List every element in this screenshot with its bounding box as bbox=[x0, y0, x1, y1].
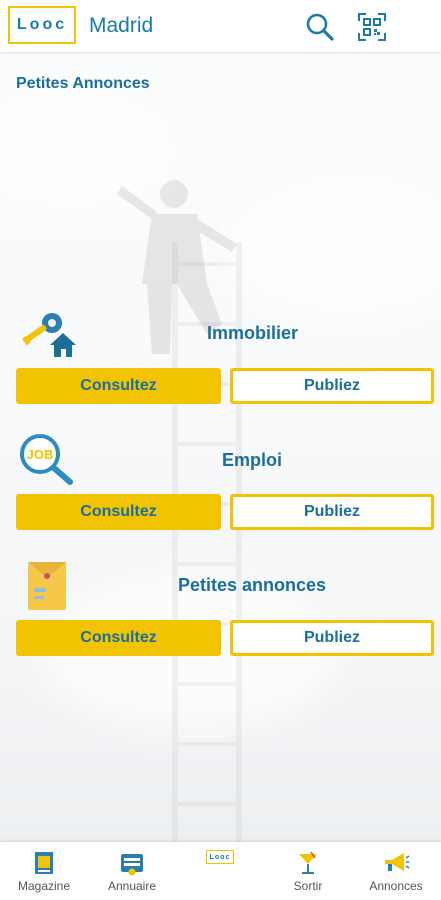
search-icon[interactable] bbox=[305, 12, 335, 42]
app-logo[interactable]: Looc bbox=[8, 6, 76, 44]
svg-text:JOB: JOB bbox=[27, 447, 54, 462]
app-header: Looc Madrid bbox=[0, 0, 441, 52]
key-house-icon bbox=[22, 313, 76, 357]
publish-button-immobilier[interactable]: Publiez bbox=[230, 368, 434, 404]
nav-item-annonces[interactable]: Annonces bbox=[352, 842, 440, 900]
directory-icon bbox=[121, 854, 143, 876]
cocktail-icon bbox=[299, 851, 317, 874]
nav-label: Sortir bbox=[293, 879, 323, 893]
nav-label: Magazine bbox=[17, 879, 71, 893]
job-magnifier-icon: JOB bbox=[20, 434, 73, 485]
nav-label: Annuaire bbox=[107, 879, 157, 893]
city-title: Madrid bbox=[89, 14, 154, 37]
magazine-icon bbox=[35, 852, 53, 874]
page-title: Petites Annonces bbox=[16, 75, 150, 92]
category-title: Immobilier bbox=[207, 323, 299, 343]
qr-scan-icon[interactable] bbox=[357, 12, 387, 42]
consult-button-immobilier[interactable]: Consultez bbox=[16, 368, 221, 404]
publish-button-emploi[interactable]: Publiez bbox=[230, 494, 434, 530]
category-title: Emploi bbox=[222, 450, 283, 470]
looc-logo-icon: Looc bbox=[206, 850, 234, 864]
megaphone-icon bbox=[385, 853, 410, 871]
consult-button-petites-annonces[interactable]: Consultez bbox=[16, 620, 221, 656]
category-title: Petites annonces bbox=[178, 575, 327, 595]
nav-label: Annonces bbox=[369, 879, 423, 893]
nav-item-sortir[interactable]: Sortir bbox=[264, 842, 352, 900]
envelope-icon bbox=[28, 562, 66, 610]
publish-button-petites-annonces[interactable]: Publiez bbox=[230, 620, 434, 656]
nav-item-home[interactable]: Looc bbox=[176, 842, 264, 900]
nav-item-annuaire[interactable]: Annuaire bbox=[88, 842, 176, 900]
bottom-navigation: Magazine Annuaire Looc Sortir Annonces bbox=[0, 842, 441, 900]
nav-item-magazine[interactable]: Magazine bbox=[0, 842, 88, 900]
consult-button-emploi[interactable]: Consultez bbox=[16, 494, 221, 530]
